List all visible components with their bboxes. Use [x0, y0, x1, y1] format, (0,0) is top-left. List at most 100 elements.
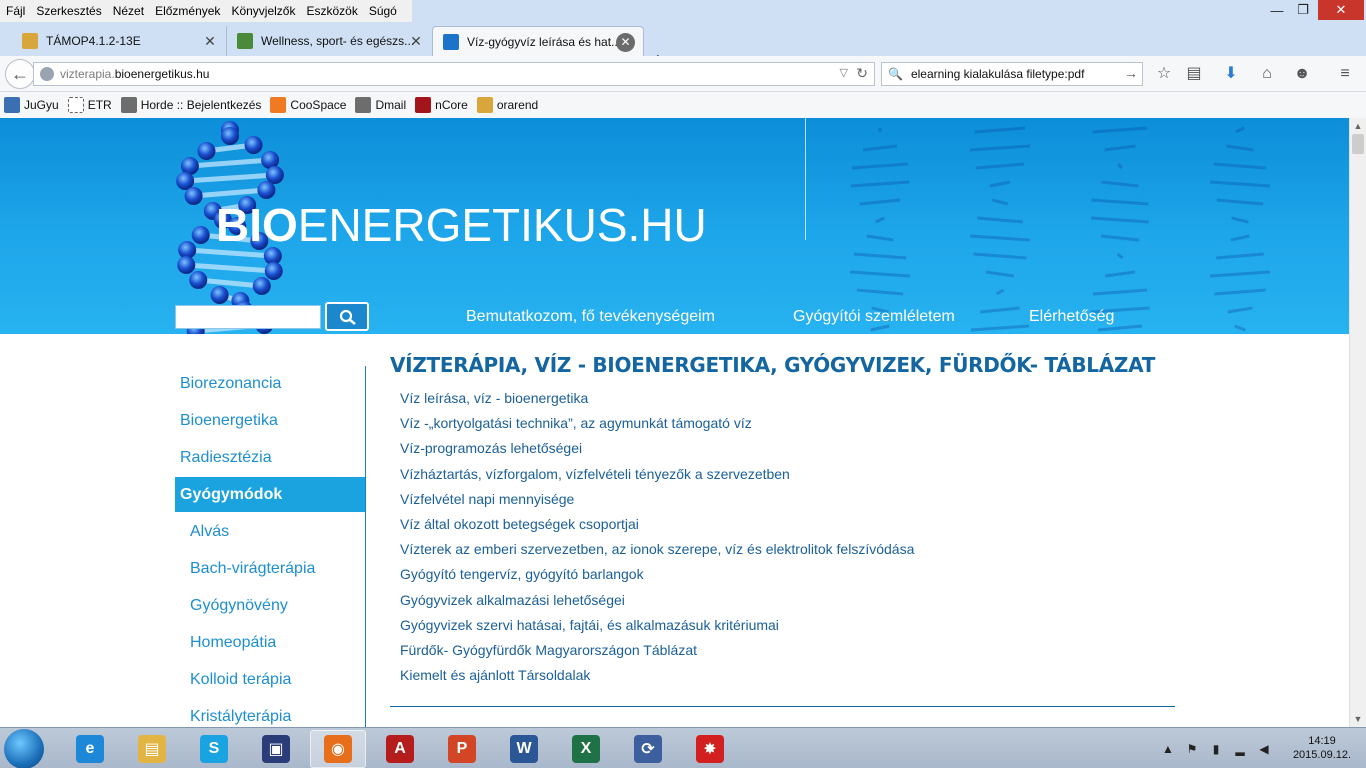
bookmark-star-icon[interactable]: ☆ [1153, 64, 1175, 84]
content-link[interactable]: Gyógyvizek alkalmazási lehetőségei [400, 592, 625, 608]
content-link[interactable]: Víz -„kortyolgatási technika”, az agymun… [400, 415, 752, 431]
skype-icon: S [200, 735, 228, 763]
sidebar-item-radiesztezia[interactable]: Radiesztézia [175, 440, 365, 475]
site-title[interactable]: BIOENERGETIKUS.HU [216, 198, 707, 252]
menu-sugo[interactable]: Súgó [369, 4, 397, 18]
taskbar-internet-explorer[interactable]: e [62, 730, 118, 768]
sidebar-item-alvas[interactable]: Alvás [175, 514, 365, 549]
scroll-up-icon[interactable]: ▲ [1350, 118, 1366, 134]
pma-favicon-icon [22, 33, 38, 49]
internet-explorer-icon: e [76, 735, 104, 763]
wellness-favicon-icon [237, 33, 253, 49]
clock-date: 2015.09.12. [1292, 749, 1352, 761]
menu-eszkozok[interactable]: Eszközök [306, 4, 357, 18]
taskbar-skype[interactable]: S [186, 730, 242, 768]
content-link[interactable]: Víz leírása, víz - bioenergetika [400, 390, 588, 406]
bookmark-jugyu[interactable]: JuGyu [4, 97, 59, 113]
sidebar-item-gyogymodok[interactable]: Gyógymódok [175, 477, 365, 512]
tab-close-icon[interactable]: ✕ [616, 33, 635, 52]
powerpoint-icon: P [448, 735, 476, 763]
search-bar[interactable]: 🔍 elearning kialakulása filetype:pdf → [881, 62, 1143, 86]
downloads-icon[interactable]: ⬇ [1220, 64, 1242, 84]
sidebar-item-bach-viragterapia[interactable]: Bach-virágterápia [175, 551, 365, 586]
reload-icon[interactable]: ↻ [856, 65, 868, 82]
flag-icon[interactable]: ⚑ [1184, 741, 1200, 757]
show-hidden-icons-icon[interactable]: ▲ [1160, 741, 1176, 757]
taskbar-sync-app[interactable]: ⟳ [620, 730, 676, 768]
volume-icon[interactable]: ◀ [1256, 741, 1272, 757]
page-scrollbar[interactable]: ▲ ▼ [1349, 118, 1366, 727]
tab-viz-gyogyviz[interactable]: Víz-gyógyvíz leírása és hat... ✕ [432, 26, 644, 56]
history-dropdown-icon[interactable]: ▽ [840, 66, 848, 79]
sidebar-item-gyogynoveny[interactable]: Gyógynövény [175, 588, 365, 623]
taskbar-save-utility[interactable]: ▣ [248, 730, 304, 768]
sidebar-item-biorezonancia[interactable]: Biorezonancia [175, 366, 365, 401]
tab-title: Wellness, sport- és egészs... [261, 34, 415, 48]
content-link[interactable]: Fürdők- Gyógyfürdők Magyarországon Táblá… [400, 642, 697, 658]
minimize-button[interactable]: — [1264, 0, 1290, 20]
bookmark-dmail[interactable]: Dmail [355, 97, 406, 113]
site-title-rest: ENERGETIKUS.HU [297, 199, 707, 251]
bookmark-coospace[interactable]: CooSpace [270, 97, 346, 113]
network-icon[interactable]: ▂ [1232, 741, 1248, 757]
content-link[interactable]: Vízterek az emberi szervezetben, az iono… [400, 541, 914, 557]
hamburger-menu-icon[interactable]: ≡ [1334, 64, 1356, 84]
taskbar-firefox[interactable]: ◉ [310, 730, 366, 768]
navigation-bar: ← vizterapia. bioenergetikus.hu ▽ ↻ 🔍 ele… [0, 56, 1366, 92]
bookmark-favicon-icon [67, 97, 84, 113]
taskbar-word[interactable]: W [496, 730, 552, 768]
clock[interactable]: 14:19 2015.09.12. [1292, 734, 1352, 762]
content-link[interactable]: Vízháztartás, vízforgalom, vízfelvételi … [400, 466, 790, 482]
tab-tamop[interactable]: TÁMOP4.1.2-13E ✕ [12, 26, 226, 56]
home-icon[interactable]: ⌂ [1256, 64, 1278, 84]
taskbar-paint-app[interactable]: ✸ [682, 730, 738, 768]
taskbar-acrobat[interactable]: A [372, 730, 428, 768]
search-engine-icon[interactable]: 🔍 [888, 67, 903, 81]
url-bar[interactable]: vizterapia. bioenergetikus.hu ▽ ↻ [33, 62, 875, 86]
bookmark-ncore[interactable]: nCore [415, 97, 468, 113]
taskbar-powerpoint[interactable]: P [434, 730, 490, 768]
nav-elerhetoseg[interactable]: Elérhetőség [1029, 308, 1114, 326]
globe-icon [40, 67, 54, 81]
content-link[interactable]: Víz által okozott betegségek csoportjai [400, 516, 639, 532]
bookmark-orarend[interactable]: orarend [476, 97, 538, 113]
content-link[interactable]: Víz-programozás lehetőségei [400, 440, 582, 456]
sidebar-item-bioenergetika[interactable]: Bioenergetika [175, 403, 365, 438]
tab-close-icon[interactable]: ✕ [202, 33, 218, 49]
menu-konyvjelzok[interactable]: Könyvjelzők [231, 4, 295, 18]
chat-icon[interactable]: ☻ [1291, 64, 1313, 84]
taskbar-file-explorer[interactable]: ▤ [124, 730, 180, 768]
search-query: elearning kialakulása filetype:pdf [910, 67, 1085, 81]
menu-szerkesztes[interactable]: Szerkesztés [36, 4, 101, 18]
taskbar-excel[interactable]: X [558, 730, 614, 768]
content-link[interactable]: Gyógyvizek szervi hatásai, fajtái, és al… [400, 617, 779, 633]
scroll-thumb[interactable] [1352, 134, 1364, 154]
site-search-button[interactable] [325, 302, 369, 331]
sidebar-item-kristalyterapia[interactable]: Kristályterápia [175, 699, 365, 727]
nav-bemutatkozom[interactable]: Bemutatkozom, fő tevékenységeim [466, 308, 715, 326]
close-window-button[interactable]: ✕ [1318, 0, 1364, 20]
menu-fajl[interactable]: Fájl [6, 4, 25, 18]
bookmark-favicon-icon [270, 97, 287, 113]
menu-nezet[interactable]: Nézet [113, 4, 144, 18]
tab-close-icon[interactable]: ✕ [408, 33, 424, 49]
start-button[interactable] [4, 729, 44, 768]
bookmark-etr[interactable]: ETR [67, 97, 112, 113]
back-button[interactable]: ← [5, 59, 35, 89]
search-go-icon[interactable]: → [1124, 65, 1138, 81]
menu-elozmenyek[interactable]: Előzmények [155, 4, 220, 18]
bookmarks-list-icon[interactable]: ▤ [1183, 64, 1205, 84]
tab-wellness[interactable]: Wellness, sport- és egészs... ✕ [226, 26, 432, 56]
content-link[interactable]: Gyógyító tengervíz, gyógyító barlangok [400, 566, 644, 582]
battery-icon[interactable]: ▮ [1208, 741, 1224, 757]
nav-gyogyitoi-szemleletem[interactable]: Gyógyítói szemléletem [793, 308, 955, 326]
content-link[interactable]: Vízfelvétel napi mennyisége [400, 491, 574, 507]
content-link[interactable]: Kiemelt és ajánlott Társoldalak [400, 667, 590, 683]
maximize-button[interactable]: ❐ [1290, 0, 1316, 20]
site-search-input[interactable] [175, 305, 321, 329]
sidebar-item-homeopatia[interactable]: Homeopátia [175, 625, 365, 660]
tab-title: Víz-gyógyvíz leírása és hat... [467, 34, 622, 49]
scroll-down-icon[interactable]: ▼ [1350, 711, 1366, 727]
bookmark-horde-bejelentkezes[interactable]: Horde :: Bejelentkezés [120, 97, 261, 113]
sidebar-item-kolloid-terapia[interactable]: Kolloid terápia [175, 662, 365, 697]
